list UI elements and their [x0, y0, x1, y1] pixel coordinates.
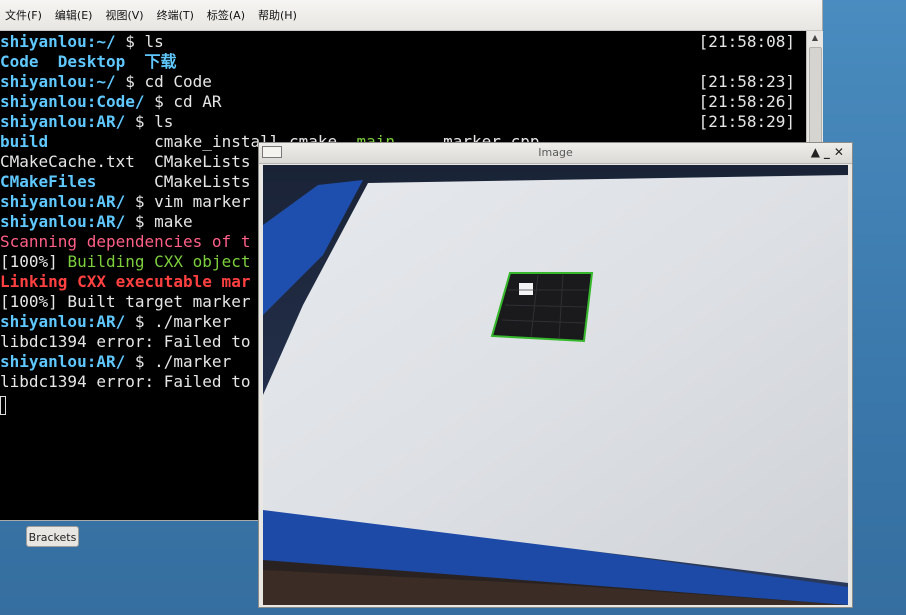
timestamp: [21:58:23]: [698, 72, 795, 91]
taskbar-brackets-button[interactable]: Brackets: [26, 526, 79, 547]
prompt: shiyanlou:Code/: [0, 92, 145, 111]
command: $ cd Code: [115, 72, 212, 91]
terminal-line: [100%] Built target marker: [0, 292, 251, 311]
progress-text: [100%]: [0, 252, 68, 271]
command: $ make: [125, 212, 193, 231]
command: $ vim marker: [125, 192, 251, 211]
menu-edit[interactable]: 编辑(E): [55, 7, 93, 23]
scroll-thumb[interactable]: [809, 47, 822, 149]
dir-entry: Desktop: [57, 52, 126, 71]
terminal-line: shiyanlou:AR/ $ make: [0, 212, 193, 232]
file-entry: CMakeCache.txt: [0, 152, 135, 171]
prompt: shiyanlou:AR/: [0, 312, 126, 331]
timestamp: [21:58:08]: [698, 32, 795, 51]
terminal-line: shiyanlou:AR/ $ vim marker: [0, 192, 250, 212]
terminal-line: Linking CXX executable mar: [0, 272, 251, 291]
terminal-line: shiyanlou:AR/ $ ./marker: [0, 352, 231, 372]
menu-file[interactable]: 文件(F): [5, 7, 42, 23]
terminal-line: libdc1394 error: Failed to: [0, 372, 251, 391]
terminal-line: [100%] Building CXX object: [0, 252, 250, 272]
prompt: shiyanlou:~/: [0, 32, 116, 51]
timestamp: [21:58:29]: [698, 112, 795, 131]
dir-entry: 下载: [144, 52, 177, 71]
terminal-line: shiyanlou:AR/ $ ls: [0, 112, 173, 132]
terminal-cursor: [0, 396, 6, 415]
camera-image: [263, 165, 848, 605]
scroll-up-arrow-icon[interactable]: ▲: [807, 31, 823, 45]
image-window-title: Image: [538, 146, 573, 159]
terminal-line: shiyanlou:Code/ $ cd AR: [0, 92, 222, 112]
window-controls[interactable]: ▲_✕: [811, 145, 848, 159]
menu-tabs[interactable]: 标签(A): [207, 7, 245, 23]
menu-help[interactable]: 帮助(H): [258, 7, 297, 23]
prompt: shiyanlou:~/: [0, 72, 116, 91]
file-entry: CMakeLists: [154, 172, 251, 191]
marker-white-square: [519, 283, 533, 295]
prompt: shiyanlou:AR/: [0, 112, 126, 131]
menu-view[interactable]: 视图(V): [105, 7, 143, 23]
dir-entry: Code: [0, 52, 39, 71]
command: $ ./marker: [125, 312, 232, 331]
prompt: shiyanlou:AR/: [0, 212, 126, 231]
dir-entry: CMakeFiles: [0, 172, 97, 191]
command: $ ls: [125, 112, 174, 131]
timestamp: [21:58:26]: [698, 92, 795, 111]
terminal-line: shiyanlou:~/ $ ls: [0, 32, 164, 52]
command: $ ls: [115, 32, 164, 51]
command: $ cd AR: [144, 92, 222, 111]
build-text: Building CXX object: [67, 252, 251, 271]
terminal-line: shiyanlou:~/ $ cd Code: [0, 72, 212, 92]
terminal-line: CMakeCache.txt CMakeLists: [0, 152, 250, 172]
prompt: shiyanlou:AR/: [0, 192, 126, 211]
terminal-line: Scanning dependencies of t: [0, 232, 251, 251]
terminal-line: libdc1394 error: Failed to: [0, 332, 251, 351]
camera-frame-image: [263, 165, 848, 605]
command: $ ./marker: [125, 352, 232, 371]
terminal-line: shiyanlou:AR/ $ ./marker: [0, 312, 231, 332]
file-entry: CMakeLists: [154, 152, 251, 171]
terminal-menubar: 文件(F) 编辑(E) 视图(V) 终端(T) 标签(A) 帮助(H): [0, 0, 822, 31]
menu-terminal[interactable]: 终端(T): [157, 7, 194, 23]
dir-entry: build: [0, 132, 49, 151]
image-window[interactable]: Image ▲_✕: [258, 142, 853, 608]
terminal-line: Code Desktop 下载: [0, 52, 177, 72]
terminal-line: CMakeFiles CMakeLists: [0, 172, 250, 192]
image-window-titlebar[interactable]: Image ▲_✕: [259, 143, 852, 164]
prompt: shiyanlou:AR/: [0, 352, 126, 371]
